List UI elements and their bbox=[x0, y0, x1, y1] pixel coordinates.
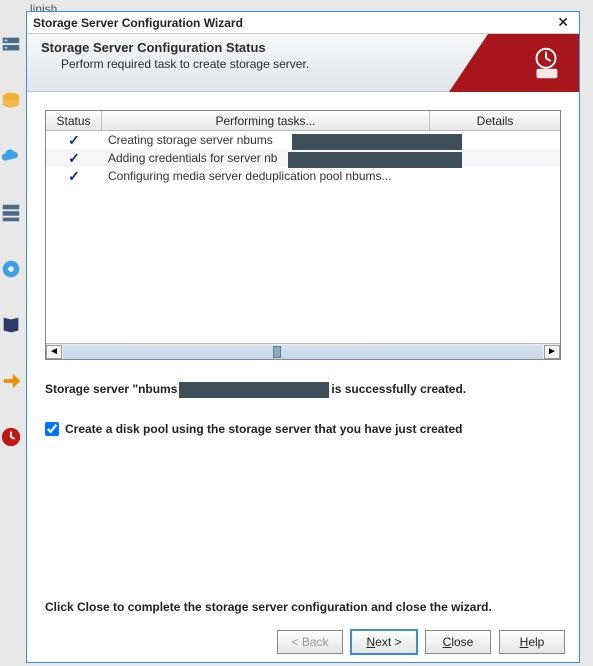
status-cell: ✓ bbox=[46, 150, 102, 167]
footer-instruction: Click Close to complete the storage serv… bbox=[45, 600, 492, 614]
scroll-left-icon[interactable]: ◄ bbox=[46, 345, 62, 359]
next-button[interactable]: Next > bbox=[351, 630, 417, 654]
table-row[interactable]: ✓ Adding credentials for server nb bbox=[46, 149, 560, 167]
task-cell: Creating storage server nbums bbox=[102, 133, 560, 147]
task-cell: Configuring media server deduplication p… bbox=[102, 169, 560, 183]
scroll-track[interactable] bbox=[63, 345, 543, 359]
status-cell: ✓ bbox=[46, 168, 102, 185]
help-button[interactable]: Help bbox=[499, 630, 565, 654]
create-diskpool-checkbox[interactable] bbox=[45, 422, 59, 436]
task-table: Status Performing tasks... Details ✓ Cre… bbox=[45, 110, 561, 360]
checkbox-label: Create a disk pool using the storage ser… bbox=[65, 422, 462, 436]
create-diskpool-checkbox-row[interactable]: Create a disk pool using the storage ser… bbox=[45, 422, 561, 436]
table-row[interactable]: ✓ Creating storage server nbums bbox=[46, 131, 560, 149]
back-button: < Back bbox=[277, 630, 343, 654]
button-row: < Back Next > Close Help bbox=[277, 630, 565, 654]
table-body: ✓ Creating storage server nbums ✓ Adding… bbox=[46, 131, 560, 343]
table-header: Status Performing tasks... Details bbox=[46, 111, 560, 131]
status-cell: ✓ bbox=[46, 132, 102, 149]
disk-icon[interactable] bbox=[0, 86, 22, 116]
banner: Storage Server Configuration Status Perf… bbox=[27, 34, 579, 92]
task-cell: Adding credentials for server nb bbox=[102, 151, 560, 165]
horizontal-scrollbar[interactable]: ◄ ► bbox=[46, 343, 560, 359]
checkmark-icon: ✓ bbox=[68, 150, 80, 167]
close-button[interactable]: Close bbox=[425, 630, 491, 654]
col-status[interactable]: Status bbox=[46, 111, 102, 130]
checkmark-icon: ✓ bbox=[68, 168, 80, 185]
wizard-dialog: Storage Server Configuration Wizard ✕ St… bbox=[26, 11, 580, 663]
status-message: Storage server "nbumsis successfully cre… bbox=[45, 382, 561, 398]
redaction bbox=[288, 152, 462, 168]
redaction bbox=[179, 382, 329, 398]
cloud-icon[interactable] bbox=[0, 142, 22, 172]
dialog-title: Storage Server Configuration Wizard bbox=[33, 16, 243, 30]
table-row[interactable]: ✓ Configuring media server deduplication… bbox=[46, 167, 560, 185]
col-details[interactable]: Details bbox=[430, 111, 560, 130]
cd-icon[interactable] bbox=[0, 254, 22, 284]
book-icon[interactable] bbox=[0, 310, 22, 340]
scroll-thumb[interactable] bbox=[273, 346, 281, 358]
server2-icon[interactable] bbox=[0, 198, 22, 228]
titlebar: Storage Server Configuration Wizard ✕ bbox=[27, 12, 579, 34]
app-sidebar bbox=[0, 20, 22, 580]
checkmark-icon: ✓ bbox=[68, 132, 80, 149]
scroll-right-icon[interactable]: ► bbox=[544, 345, 560, 359]
clock-icon[interactable] bbox=[0, 422, 22, 452]
col-task[interactable]: Performing tasks... bbox=[102, 111, 430, 130]
close-icon[interactable]: ✕ bbox=[553, 14, 573, 31]
server-icon[interactable] bbox=[0, 30, 22, 60]
arrow-icon[interactable] bbox=[0, 366, 22, 396]
redaction bbox=[292, 134, 462, 150]
